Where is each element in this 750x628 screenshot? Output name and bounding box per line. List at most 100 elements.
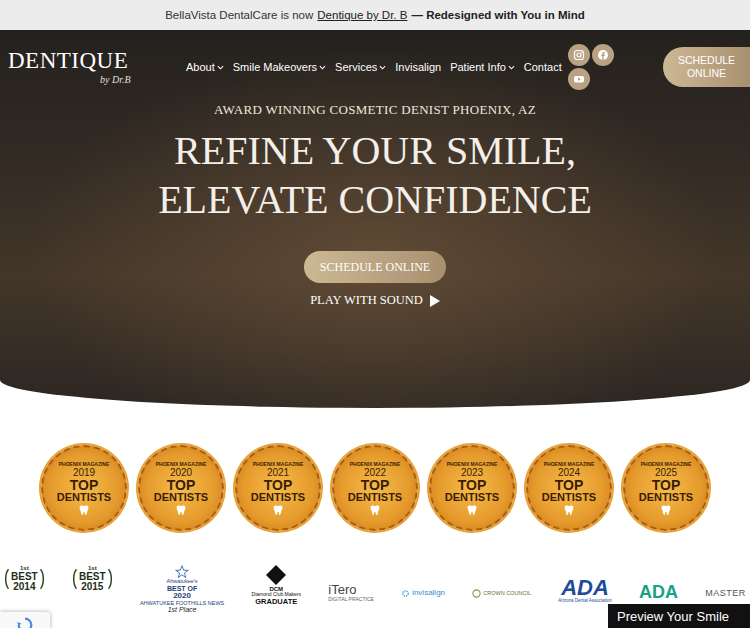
logo-line: Arizona Dental Association: [558, 599, 612, 604]
logo-line: Ahwatukee's: [167, 579, 198, 585]
facebook-icon: [597, 49, 609, 61]
top-dentists-badge: PHOENIX MAGAZINE2020TOPDENTISTS: [138, 445, 224, 531]
nav-item[interactable]: About: [186, 61, 224, 73]
logo-text: 1stBEST2014: [11, 565, 38, 592]
logo-line: CROWN COUNCIL: [483, 591, 531, 597]
logo-line: ADA: [639, 583, 678, 602]
site-header: DENTIQUEby Dr.BAboutSmile MakeoversServi…: [0, 30, 750, 90]
laurel-left-icon: [72, 565, 78, 593]
badge-title: TOP: [264, 478, 293, 492]
tooth-icon: [272, 504, 284, 516]
banner-text: BellaVista DentalCare is now: [165, 9, 313, 21]
badge-magazine: PHOENIX MAGAZINE: [544, 461, 595, 467]
play-icon: [430, 295, 440, 307]
badge-title: DENTISTS: [251, 492, 305, 503]
laurel-right-icon: [39, 565, 45, 593]
recaptcha-badge[interactable]: [0, 612, 50, 628]
nav-item[interactable]: Patient Info: [450, 61, 515, 73]
badge-magazine: PHOENIX MAGAZINE: [156, 461, 207, 467]
logo-line: AHWATUKEE FOOTHILLS NEWS: [140, 601, 224, 607]
logo-line: 1st Place: [168, 606, 197, 613]
logo-line: GRADUATE: [255, 598, 297, 606]
top-dentists-badge: PHOENIX MAGAZINE2021TOPDENTISTS: [235, 445, 321, 531]
logo-line: iTero: [328, 583, 356, 597]
badge-magazine: PHOENIX MAGAZINE: [447, 461, 498, 467]
badge-year: 2021: [267, 467, 289, 478]
badge-magazine: PHOENIX MAGAZINE: [350, 461, 401, 467]
logo-text: MASTER: [705, 589, 746, 598]
badge-year: 2019: [73, 467, 95, 478]
affiliation-logo: Ahwatukee'sBEST OF2020AHWATUKEE FOOTHILL…: [140, 565, 224, 614]
banner-tagline: — Redesigned with You in Mind: [411, 9, 584, 21]
award-badges: PHOENIX MAGAZINE2019TOPDENTISTSPHOENIX M…: [0, 408, 750, 531]
diamond-icon: [266, 565, 286, 585]
instagram-link[interactable]: [568, 44, 590, 66]
logo-text: 1stBEST2015: [79, 565, 106, 592]
badge-title: TOP: [652, 478, 681, 492]
badge-title: TOP: [361, 478, 390, 492]
logo-text: CROWN COUNCIL: [483, 591, 531, 597]
schedule-online-button[interactable]: SCHEDULE ONLINE: [663, 47, 750, 87]
crown-icon: [472, 589, 481, 598]
badge-title: DENTISTS: [639, 492, 693, 503]
logo-line: ADA: [561, 577, 609, 599]
nav-item[interactable]: Smile Makeovers: [233, 61, 326, 73]
invisalign-icon: [401, 589, 410, 598]
hero-schedule-button[interactable]: SCHEDULE ONLINE: [304, 251, 446, 283]
top-dentists-badge: PHOENIX MAGAZINE2024TOPDENTISTS: [526, 445, 612, 531]
logo-line: 2020: [173, 592, 191, 600]
hero: DENTIQUEby Dr.BAboutSmile MakeoversServi…: [0, 30, 750, 408]
announcement-banner: BellaVista DentalCare is now Dentique by …: [0, 0, 750, 30]
logo-line: 2014: [13, 582, 35, 593]
youtube-link[interactable]: [568, 68, 590, 90]
star-icon: [175, 565, 189, 579]
tooth-icon: [78, 504, 90, 516]
affiliation-logo: CROWN COUNCIL: [472, 565, 531, 598]
logo[interactable]: DENTIQUEby Dr.B: [8, 49, 186, 84]
badge-year: 2025: [655, 467, 677, 478]
logo-text: Ahwatukee'sBEST OF2020AHWATUKEE FOOTHILL…: [140, 579, 224, 614]
tooth-icon: [563, 504, 575, 516]
top-dentists-badge: PHOENIX MAGAZINE2023TOPDENTISTS: [429, 445, 515, 531]
tooth-icon: [175, 504, 187, 516]
badge-title: TOP: [70, 478, 99, 492]
chevron-down-icon: [217, 64, 224, 71]
nav-item[interactable]: Invisalign: [395, 61, 441, 73]
top-dentists-badge: PHOENIX MAGAZINE2022TOPDENTISTS: [332, 445, 418, 531]
logo-text: ADAArizona Dental Association: [558, 577, 612, 604]
hero-title: REFINE YOUR SMILE,ELEVATE CONFIDENCE: [158, 126, 592, 224]
preview-your-smile-button[interactable]: Preview Your Smile: [608, 604, 750, 628]
logo-line: BEST OF: [167, 585, 197, 592]
logo-line: BEST: [79, 572, 106, 583]
badge-title: DENTISTS: [57, 492, 111, 503]
nav-item[interactable]: Contact: [524, 61, 562, 73]
badge-year: 2022: [364, 467, 386, 478]
affiliation-logo: 1stBEST2014: [4, 565, 45, 593]
youtube-icon: [573, 73, 585, 85]
facebook-link[interactable]: [592, 44, 614, 66]
logo-text: DCMDiamond Club MakersGRADUATE: [252, 586, 301, 605]
logo-name: DENTIQUE: [8, 49, 128, 73]
badge-title: DENTISTS: [154, 492, 208, 503]
instagram-icon: [573, 49, 585, 61]
logo-byline: by Dr.B: [100, 74, 131, 85]
affiliation-logo: 1stBEST2015: [72, 565, 113, 593]
hero-title-line: REFINE YOUR SMILE,: [174, 126, 576, 175]
logo-line: DIGITAL PRACTICE: [328, 597, 374, 602]
banner-link[interactable]: Dentique by Dr. B: [317, 9, 407, 21]
logo-line: 2015: [81, 582, 103, 593]
play-with-sound-button[interactable]: PLAY WITH SOUND: [310, 293, 440, 308]
logo-line: MASTER: [705, 589, 746, 598]
badge-title: DENTISTS: [542, 492, 596, 503]
page: BellaVista DentalCare is now Dentique by …: [0, 0, 750, 625]
nav-item[interactable]: Services: [335, 61, 386, 73]
badge-title: TOP: [167, 478, 196, 492]
hero-kicker: AWARD WINNING COSMETIC DENIST PHOENIX, A…: [214, 102, 536, 118]
logo-text: iTeroDIGITAL PRACTICE: [328, 583, 374, 602]
badge-title: TOP: [458, 478, 487, 492]
chevron-down-icon: [508, 64, 515, 71]
badge-title: TOP: [555, 478, 584, 492]
badge-year: 2024: [558, 467, 580, 478]
affiliation-logo: ADAArizona Dental Association: [558, 565, 612, 604]
chevron-down-icon: [379, 64, 386, 71]
